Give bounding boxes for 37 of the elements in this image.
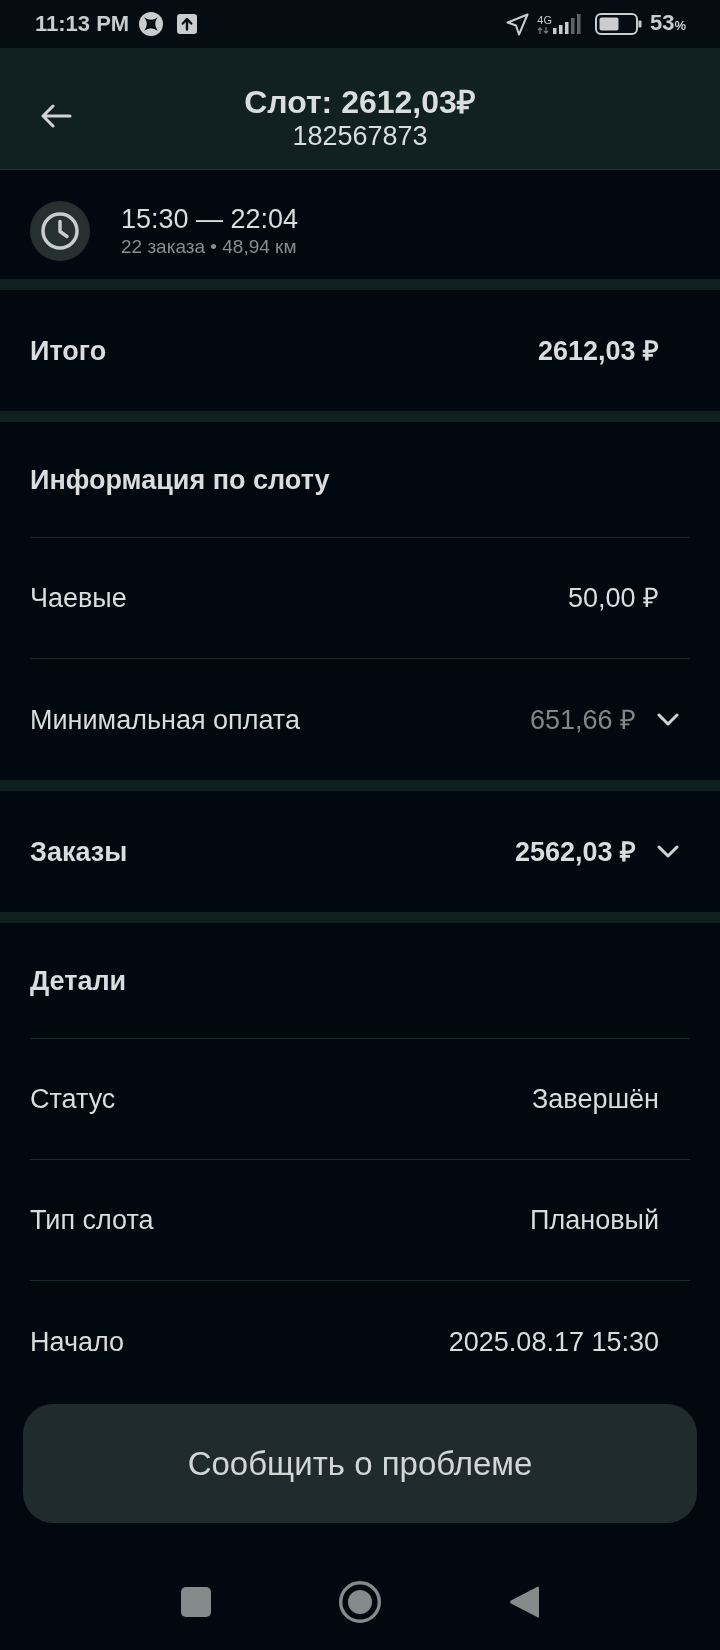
section-title: Информация по слоту — [30, 463, 330, 496]
row-value: 2562,03 ₽ — [514, 835, 636, 868]
network-type: 4G — [537, 15, 552, 26]
upload-icon — [177, 14, 198, 34]
slot-time-range: 15:30 — 22:04 — [121, 203, 299, 235]
chevron-down-icon[interactable] — [657, 845, 679, 858]
row-value: Завершён — [532, 1083, 659, 1115]
back-arrow-icon[interactable] — [40, 104, 72, 128]
back-triangle-icon[interactable] — [509, 1584, 539, 1620]
row-value: 2612,03 ₽ — [537, 334, 659, 367]
row-label: Начало — [30, 1325, 125, 1358]
page-title: Слот: 2612,03₽ — [244, 84, 476, 120]
row-value: 2025.08.17 15:30 — [448, 1325, 659, 1358]
status-time: 11:13 PM — [35, 11, 130, 37]
recents-icon[interactable] — [181, 1587, 211, 1617]
row-value: Плановый — [530, 1204, 659, 1236]
battery-percent: 53% — [649, 9, 686, 37]
row-label: Заказы — [30, 835, 128, 868]
signal-icon — [552, 14, 581, 34]
row-label: Минимальная оплата — [30, 703, 300, 736]
slot-id: 182567873 — [292, 120, 428, 152]
slot-summary: 22 заказа • 48,94 км — [121, 234, 298, 258]
sparkle-circle-icon — [139, 12, 164, 36]
row-label: Чаевые — [30, 582, 127, 614]
clock-icon — [30, 200, 90, 261]
section-title: Детали — [30, 964, 127, 997]
battery-icon — [594, 13, 642, 35]
row-label: Статус — [30, 1083, 116, 1115]
row-label: Итого — [30, 334, 107, 367]
row-value: 50,00 ₽ — [567, 582, 659, 614]
home-icon[interactable] — [339, 1581, 381, 1623]
chevron-down-icon[interactable] — [657, 713, 679, 726]
data-arrows-icon — [537, 27, 550, 34]
navigation-arrow-icon — [506, 12, 530, 36]
report-problem-button[interactable]: Сообщить о проблеме — [23, 1404, 697, 1523]
row-value: 651,66 ₽ — [529, 703, 636, 736]
row-label: Тип слота — [30, 1204, 154, 1236]
